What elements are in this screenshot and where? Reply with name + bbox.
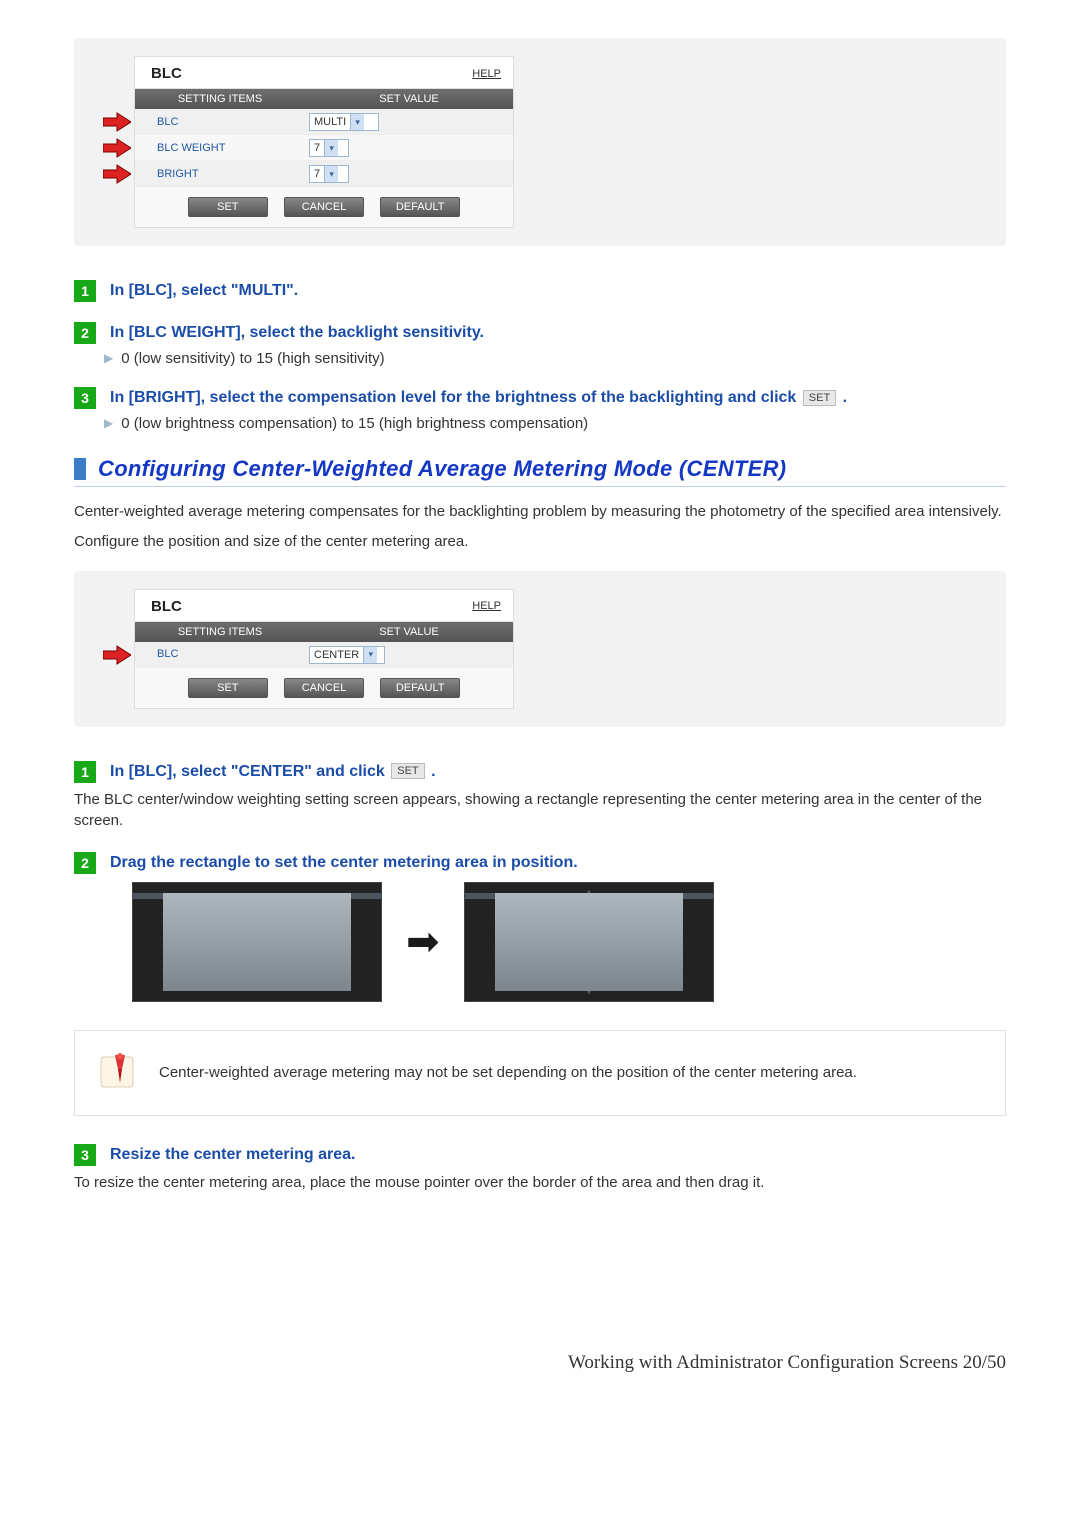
setting-label: BLC — [135, 116, 305, 128]
note-text: 0 (low brightness compensation) to 15 (h… — [121, 415, 588, 432]
default-button[interactable]: DEFAULT — [380, 197, 460, 217]
panel-header-row: SETTING ITEMS SET VALUE — [135, 622, 513, 642]
red-arrow-icon — [103, 164, 131, 188]
inline-set-button[interactable]: SET — [391, 763, 424, 779]
step-number-badge: 3 — [74, 1144, 96, 1166]
select-value: 7 — [314, 168, 320, 180]
blc-select[interactable]: MULTI ▾ — [309, 113, 379, 131]
setting-label: BLC WEIGHT — [135, 142, 305, 154]
triangle-bullet-icon: ▶ — [104, 415, 113, 432]
note-text: Center-weighted average metering may not… — [159, 1062, 857, 1084]
move-arrows-icon — [465, 883, 713, 1001]
help-link[interactable]: HELP — [472, 68, 501, 80]
step-3b: 3 Resize the center metering area. — [74, 1144, 1006, 1166]
step-note: ▶ 0 (low brightness compensation) to 15 … — [104, 415, 1006, 432]
red-arrow-icon — [103, 112, 131, 136]
select-value: CENTER — [314, 649, 359, 661]
step-note: ▶ 0 (low sensitivity) to 15 (high sensit… — [104, 350, 1006, 367]
section-paragraph: Center-weighted average metering compens… — [74, 501, 1006, 523]
blc-center-panel-wrap: BLC HELP SETTING ITEMS SET VALUE BLC CEN… — [74, 571, 1006, 727]
cancel-button[interactable]: CANCEL — [284, 197, 364, 217]
col-setting-items: SETTING ITEMS — [135, 93, 305, 105]
step-heading: Drag the rectangle to set the center met… — [110, 852, 578, 872]
step-heading: In [BLC], select "MULTI". — [110, 280, 298, 300]
col-set-value: SET VALUE — [305, 93, 513, 105]
col-set-value: SET VALUE — [305, 626, 513, 638]
page-footer: Working with Administrator Configuration… — [0, 1232, 1080, 1398]
chevron-down-icon: ▾ — [324, 166, 338, 182]
blc-multi-panel: BLC HELP SETTING ITEMS SET VALUE BLC MUL… — [134, 56, 514, 228]
panel-title: BLC — [147, 65, 182, 82]
chevron-down-icon: ▾ — [350, 114, 364, 130]
set-button[interactable]: SET — [188, 678, 268, 698]
step-heading: In [BLC WEIGHT], select the backlight se… — [110, 322, 484, 342]
select-value: 7 — [314, 142, 320, 154]
step-text-a: In [BRIGHT], select the compensation lev… — [110, 389, 801, 406]
red-arrow-icon — [103, 138, 131, 162]
chevron-down-icon: ▾ — [363, 647, 377, 663]
step-number-badge: 1 — [74, 280, 96, 302]
blc-select[interactable]: CENTER ▾ — [309, 646, 385, 664]
metering-rect[interactable] — [555, 921, 627, 969]
section-paragraph: Configure the position and size of the c… — [74, 531, 1006, 553]
section-heading: Configuring Center-Weighted Average Mete… — [74, 456, 1006, 487]
center-metering-illustration: ➡ — [132, 882, 1006, 1002]
note-text: 0 (low sensitivity) to 15 (high sensitiv… — [121, 350, 384, 367]
set-button[interactable]: SET — [188, 197, 268, 217]
bright-select[interactable]: 7 ▾ — [309, 165, 349, 183]
step-number-badge: 3 — [74, 387, 96, 409]
setting-label: BRIGHT — [135, 168, 305, 180]
step-text-b: . — [843, 389, 847, 406]
panel-title: BLC — [147, 598, 182, 615]
scene-after — [464, 882, 714, 1002]
step-text-a: In [BLC], select "CENTER" and click — [110, 763, 389, 780]
col-setting-items: SETTING ITEMS — [135, 626, 305, 638]
scene-before — [132, 882, 382, 1002]
step-heading: In [BRIGHT], select the compensation lev… — [110, 387, 847, 407]
pin-note-icon — [95, 1049, 139, 1097]
help-link[interactable]: HELP — [472, 600, 501, 612]
step-1: 1 In [BLC], select "MULTI". — [74, 280, 1006, 302]
inline-set-button[interactable]: SET — [803, 390, 836, 406]
blc-multi-panel-wrap: BLC HELP SETTING ITEMS SET VALUE BLC MUL… — [74, 38, 1006, 246]
default-button[interactable]: DEFAULT — [380, 678, 460, 698]
step-3: 3 In [BRIGHT], select the compensation l… — [74, 387, 1006, 409]
cancel-button[interactable]: CANCEL — [284, 678, 364, 698]
step-number-badge: 2 — [74, 852, 96, 874]
step-2b: 2 Drag the rectangle to set the center m… — [74, 852, 1006, 874]
step-text-b: . — [431, 763, 435, 780]
step-paragraph: The BLC center/window weighting setting … — [74, 789, 1006, 833]
blue-bar-icon — [74, 458, 86, 480]
step-1b: 1 In [BLC], select "CENTER" and click SE… — [74, 761, 1006, 783]
chevron-down-icon: ▾ — [324, 140, 338, 156]
step-number-badge: 1 — [74, 761, 96, 783]
step-paragraph: To resize the center metering area, plac… — [74, 1172, 1006, 1194]
setting-label: BLC — [135, 648, 305, 660]
right-arrow-icon: ➡ — [406, 919, 440, 965]
select-value: MULTI — [314, 116, 346, 128]
step-heading: Resize the center metering area. — [110, 1144, 355, 1164]
red-arrow-icon — [103, 645, 131, 669]
step-number-badge: 2 — [74, 322, 96, 344]
panel-header-row: SETTING ITEMS SET VALUE — [135, 89, 513, 109]
blc-weight-select[interactable]: 7 ▾ — [309, 139, 349, 157]
section-title: Configuring Center-Weighted Average Mete… — [98, 456, 786, 482]
step-heading: In [BLC], select "CENTER" and click SET … — [110, 761, 436, 781]
step-2: 2 In [BLC WEIGHT], select the backlight … — [74, 322, 1006, 344]
triangle-bullet-icon: ▶ — [104, 350, 113, 367]
metering-rect[interactable] — [223, 921, 295, 969]
note-box: Center-weighted average metering may not… — [74, 1030, 1006, 1116]
blc-center-panel: BLC HELP SETTING ITEMS SET VALUE BLC CEN… — [134, 589, 514, 709]
